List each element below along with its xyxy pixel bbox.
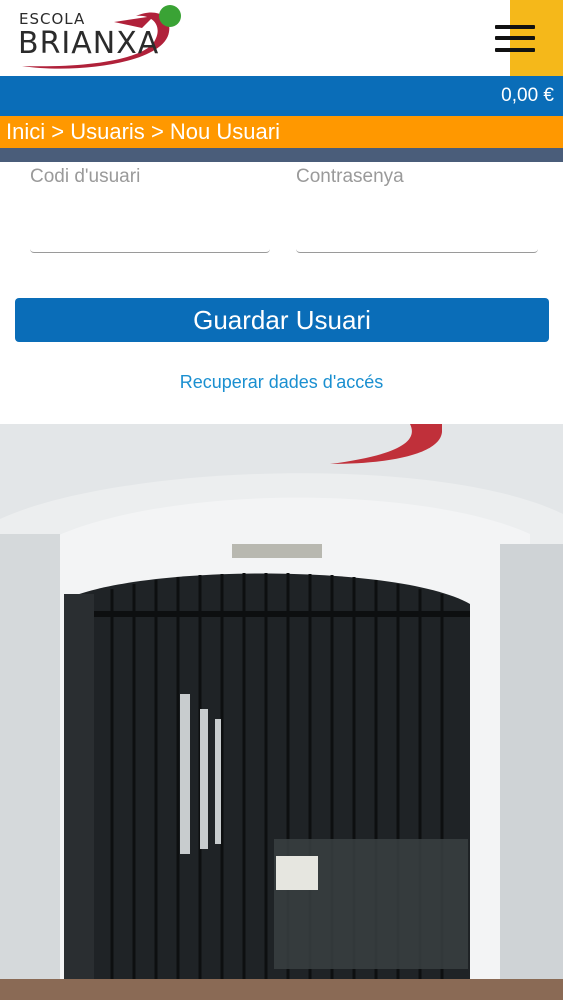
user-code-field-group: Codi d'usuari (30, 166, 270, 256)
cart-total[interactable]: 0,00 € (501, 85, 554, 107)
user-code-input[interactable] (30, 196, 270, 253)
cart-bar: 0,00 € (0, 76, 563, 116)
breadcrumb-separator: > (51, 119, 65, 144)
breadcrumb-trail: Inici > Usuaris > Nou Usuari (6, 119, 280, 145)
new-user-form: Codi d'usuari Contrasenya Guardar Usuari… (0, 162, 563, 424)
app-header: ESCOLA BRIANXA (0, 0, 563, 76)
menu-button[interactable] (495, 0, 563, 76)
school-entrance-image (0, 424, 563, 1000)
hamburger-menu-icon[interactable] (495, 22, 535, 52)
breadcrumb-item-inici[interactable]: Inici (6, 119, 45, 144)
password-field-group: Contrasenya (296, 166, 538, 256)
password-input[interactable] (296, 196, 538, 253)
user-code-label: Codi d'usuari (30, 166, 141, 187)
logo-text-brianxa: BRIANXA (18, 26, 160, 61)
breadcrumb-separator: > (150, 119, 164, 144)
breadcrumb: Inici > Usuaris > Nou Usuari (0, 116, 563, 148)
school-logo[interactable]: ESCOLA BRIANXA (14, 4, 189, 74)
recover-access-link[interactable]: Recuperar dades d'accés (0, 372, 563, 393)
breadcrumb-item-usuaris[interactable]: Usuaris (70, 119, 145, 144)
password-label: Contrasenya (296, 166, 404, 187)
breadcrumb-divider (0, 148, 563, 162)
save-user-button[interactable]: Guardar Usuari (15, 298, 549, 342)
breadcrumb-item-nou-usuari: Nou Usuari (169, 119, 280, 144)
school-entrance-photo (0, 424, 563, 1000)
